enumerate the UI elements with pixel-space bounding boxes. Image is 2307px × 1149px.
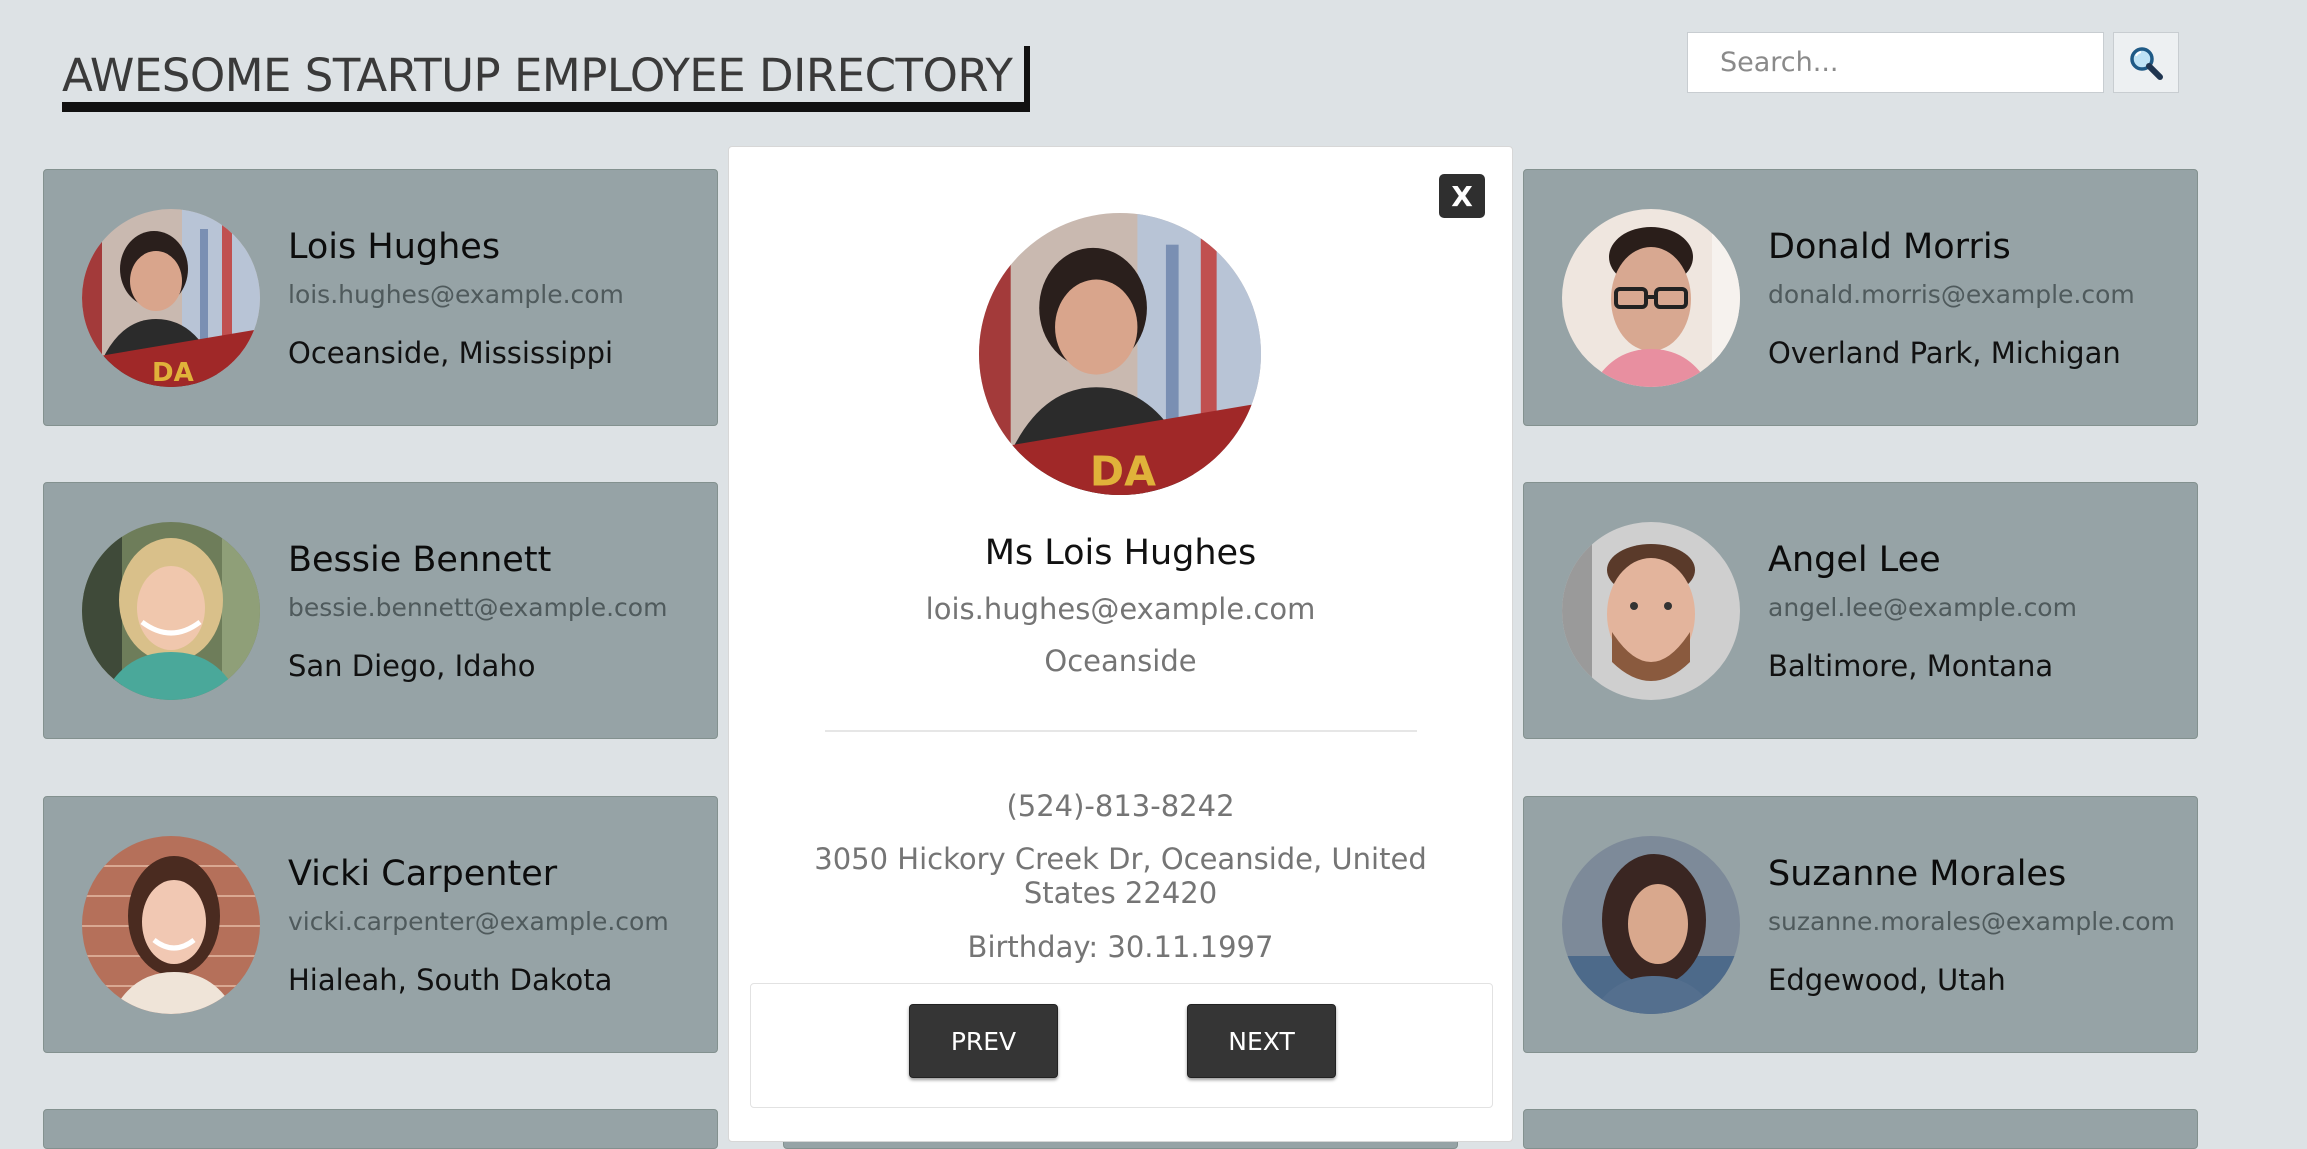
employee-modal: X DA Ms Lois Hughes lois.hughes@example.… (728, 146, 1513, 1142)
employee-card[interactable]: Donald Morris donald.morris@example.com … (1523, 169, 2198, 426)
svg-text:DA: DA (1090, 447, 1156, 495)
modal-address: 3050 Hickory Creek Dr, Oceanside, United… (814, 842, 1427, 910)
avatar (82, 522, 260, 700)
employee-email: lois.hughes@example.com (288, 280, 624, 309)
employee-location: Oceanside, Mississippi (288, 336, 614, 370)
search-input[interactable] (1687, 32, 2104, 93)
employee-email: suzanne.morales@example.com (1768, 907, 2175, 936)
next-button[interactable]: NEXT (1187, 1004, 1336, 1078)
avatar (1562, 522, 1740, 700)
search-button[interactable] (2113, 32, 2179, 93)
employee-card[interactable]: Bessie Bennett bessie.bennett@example.co… (43, 482, 718, 739)
magnifier-icon (2114, 45, 2178, 81)
close-button[interactable]: X (1439, 174, 1485, 218)
employee-card[interactable]: Vicki Carpenter vicki.carpenter@example.… (43, 796, 718, 1053)
employee-email: donald.morris@example.com (1768, 280, 2135, 309)
employee-location: Hialeah, South Dakota (288, 963, 613, 997)
employee-email: bessie.bennett@example.com (288, 593, 668, 622)
employee-name: Suzanne Morales (1768, 854, 2067, 894)
employee-name: Bessie Bennett (288, 540, 552, 580)
employee-name: Angel Lee (1768, 540, 1941, 580)
employee-name: Donald Morris (1768, 227, 2011, 267)
divider (825, 730, 1417, 732)
employee-card[interactable] (43, 1109, 718, 1149)
employee-location: San Diego, Idaho (288, 649, 536, 683)
page-title: AWESOME STARTUP EMPLOYEE DIRECTORY (62, 46, 1025, 112)
modal-name: Ms Lois Hughes (984, 533, 1257, 573)
prev-button[interactable]: PREV (909, 1004, 1058, 1078)
modal-email: lois.hughes@example.com (925, 592, 1316, 626)
employee-location: Edgewood, Utah (1768, 963, 2006, 997)
employee-location: Baltimore, Montana (1768, 649, 2054, 683)
modal-footer: PREV NEXT (750, 983, 1493, 1108)
modal-phone: (524)-813-8242 (1006, 789, 1235, 823)
employee-card[interactable]: Suzanne Morales suzanne.morales@example.… (1523, 796, 2198, 1053)
employee-name: Lois Hughes (288, 227, 501, 267)
employee-email: angel.lee@example.com (1768, 593, 2077, 622)
avatar (1562, 209, 1740, 387)
modal-avatar: DA (979, 213, 1261, 495)
employee-name: Vicki Carpenter (288, 854, 558, 894)
modal-birthday: Birthday: 30.11.1997 (967, 930, 1274, 964)
modal-city: Oceanside (1044, 644, 1197, 678)
employee-card[interactable] (1523, 1109, 2198, 1149)
avatar (82, 836, 260, 1014)
avatar (1562, 836, 1740, 1014)
employee-card[interactable]: Angel Lee angel.lee@example.com Baltimor… (1523, 482, 2198, 739)
employee-email: vicki.carpenter@example.com (288, 907, 669, 936)
svg-text:DA: DA (152, 358, 194, 387)
avatar: DA (82, 209, 260, 387)
employee-card[interactable]: DA Lois Hughes lois.hughes@example.com O… (43, 169, 718, 426)
employee-location: Overland Park, Michigan (1768, 336, 2121, 370)
